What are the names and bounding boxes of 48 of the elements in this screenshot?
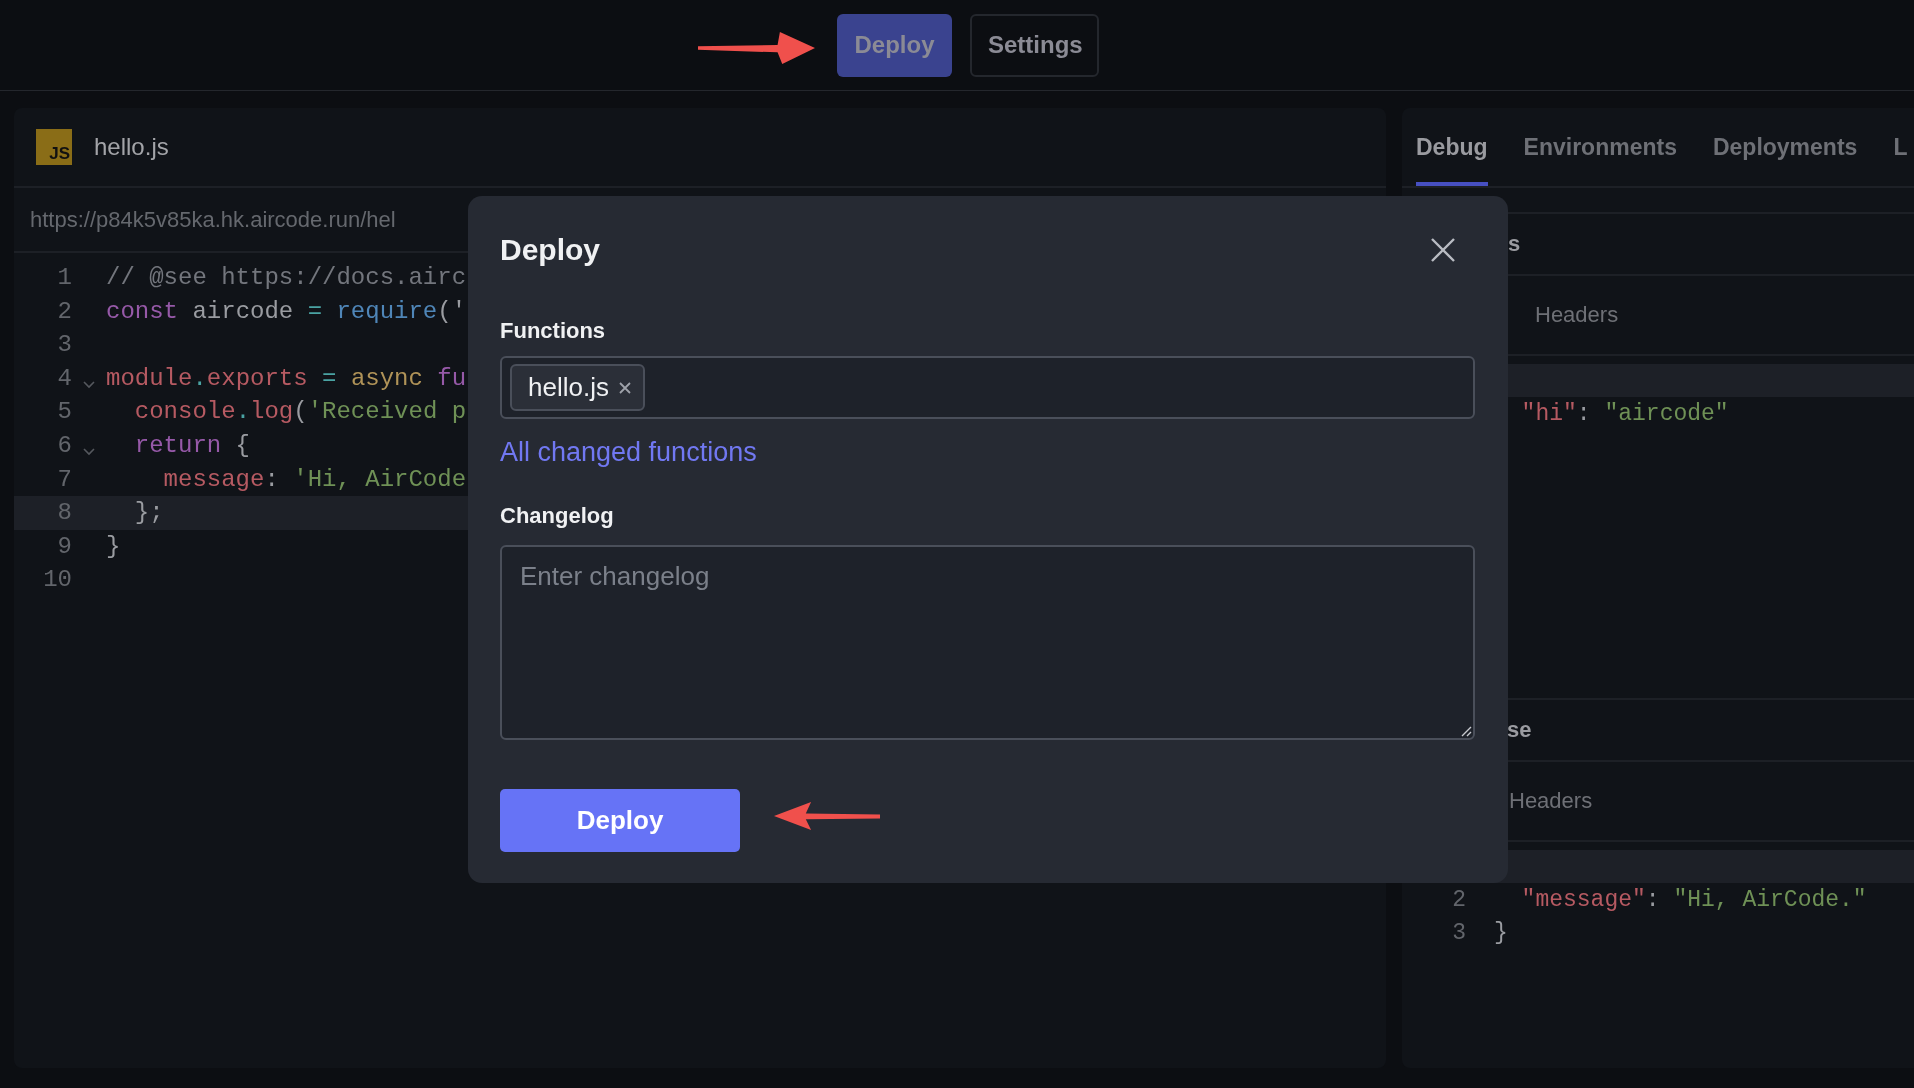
deploy-button[interactable]: Deploy <box>837 13 952 77</box>
code-text: }; <box>133 498 164 529</box>
dialog-title: Deploy <box>500 233 601 267</box>
line-number: 1 <box>56 263 72 293</box>
panel-tab[interactable]: Deployments <box>1712 108 1858 186</box>
line-number: 9 <box>56 531 72 562</box>
code-text: message: 'Hi, AirCode <box>162 464 467 495</box>
line-number: 5 <box>56 397 72 428</box>
tag-text: hello.js <box>528 372 609 403</box>
panel-tab[interactable]: Environments <box>1523 108 1677 186</box>
remove-icon[interactable] <box>616 379 633 396</box>
code-text: "message": "Hi, AirCode." <box>1520 885 1867 915</box>
field-label: Changelog <box>500 503 615 529</box>
panel-tab[interactable]: Debug <box>1416 108 1488 186</box>
line-number: 10 <box>42 565 72 596</box>
code-text: } <box>1494 918 1508 948</box>
fold-chevron-icon[interactable] <box>83 447 95 456</box>
code-text: return { <box>133 430 251 461</box>
line-number: 4 <box>56 363 72 394</box>
code-text: "hi": "aircode" <box>1520 399 1729 429</box>
section-title: s <box>1508 231 1521 257</box>
fold-chevron-icon[interactable] <box>83 380 95 389</box>
resize-grip-icon[interactable] <box>1460 725 1472 737</box>
field-label: Functions <box>500 318 607 344</box>
panel-tab[interactable]: L <box>1893 108 1908 186</box>
section-title: se <box>1507 717 1532 743</box>
changelog-field[interactable]: Enter changelog <box>500 545 1475 740</box>
code-text: console.log('Received p <box>133 397 467 428</box>
code-text: // @see https://docs.airc <box>106 263 467 293</box>
line-number: 7 <box>56 464 72 495</box>
code-text: } <box>106 531 121 562</box>
code-text: module.exports = async fu <box>106 363 467 394</box>
line-number: 2 <box>56 296 72 327</box>
line-number: 6 <box>56 430 72 461</box>
all-changed-functions-link[interactable]: All changed functions <box>500 437 757 468</box>
deploy-submit-button[interactable]: Deploy <box>500 789 740 852</box>
code-text: const aircode = require(' <box>106 296 467 327</box>
line-number: 3 <box>56 330 72 361</box>
settings-button[interactable]: Settings <box>970 13 1099 77</box>
line-number: 3 <box>1452 919 1466 946</box>
line-number: 2 <box>1452 886 1466 913</box>
headers-tab[interactable]: Headers <box>1509 788 1593 814</box>
headers-tab[interactable]: Headers <box>1535 302 1619 328</box>
file-name: hello.js <box>94 133 169 161</box>
line-number: 8 <box>56 498 72 529</box>
function-url: https://p84k5v85ka.hk.aircode.run/hel <box>30 206 396 233</box>
javascript-file-icon: JS <box>36 129 72 165</box>
functions-field[interactable]: hello.js <box>500 356 1475 419</box>
